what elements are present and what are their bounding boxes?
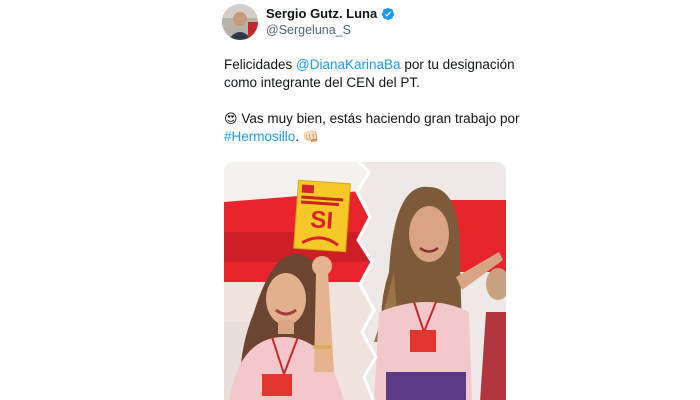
mention-link[interactable]: @DianaKarinaBa xyxy=(296,57,401,72)
tweet-text-part: Felicidades xyxy=(224,57,297,72)
tweet-text-part: Vas muy bien, estás haciendo gran trabaj… xyxy=(237,111,520,126)
tweet-text: Felicidades @DianaKarinaBa por tu design… xyxy=(224,56,524,146)
tweet-text-part: . xyxy=(295,129,303,144)
collage-image: SI xyxy=(224,162,506,400)
tweet-media-photo[interactable]: SI xyxy=(224,162,506,400)
heart-eyes-emoji-icon: 😍 xyxy=(224,111,238,126)
avatar-image xyxy=(222,4,258,40)
author-handle[interactable]: @Sergeluna_S xyxy=(266,22,395,38)
tweet-card: Sergio Gutz. Luna @Sergeluna_S Felicidad… xyxy=(0,0,700,400)
right-photo xyxy=(355,162,506,400)
fist-bump-emoji-icon: 👊🏻 xyxy=(302,129,319,144)
hashtag-link[interactable]: #Hermosillo xyxy=(224,129,295,144)
verified-badge-icon xyxy=(381,7,395,21)
author-name[interactable]: Sergio Gutz. Luna xyxy=(266,6,377,22)
sign-text: SI xyxy=(309,206,334,235)
left-photo: SI xyxy=(224,162,374,400)
author-block: Sergio Gutz. Luna @Sergeluna_S xyxy=(266,6,395,38)
avatar[interactable] xyxy=(222,4,258,40)
